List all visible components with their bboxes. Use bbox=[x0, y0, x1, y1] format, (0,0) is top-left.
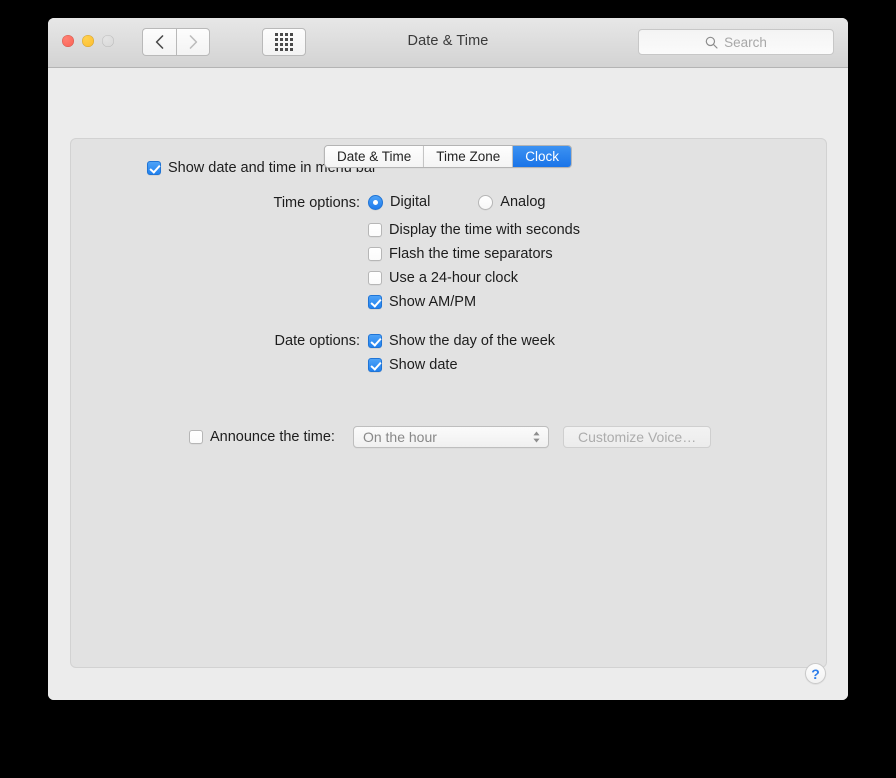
date-options-label-wrap: Date options: bbox=[71, 333, 360, 349]
row-show-date[interactable]: Show date bbox=[368, 357, 458, 373]
preference-tab-bar: Date & Time Time Zone Clock bbox=[323, 145, 573, 168]
date-time-preferences-window: Date & Time Search Show date and time in… bbox=[48, 18, 848, 700]
digital-radio-label: Digital bbox=[390, 194, 431, 210]
tab-date-time[interactable]: Date & Time bbox=[324, 146, 425, 167]
date-options-label: Date options: bbox=[274, 333, 360, 349]
navigation-buttons bbox=[142, 28, 210, 56]
customize-voice-button: Customize Voice… bbox=[562, 426, 712, 448]
display-time-with-seconds-label: Display the time with seconds bbox=[389, 222, 580, 238]
time-options-label-wrap: Time options: bbox=[71, 195, 361, 211]
show-date-label: Show date bbox=[389, 357, 458, 373]
display-time-with-seconds-checkbox[interactable] bbox=[368, 223, 382, 237]
announce-interval-select[interactable]: On the hour bbox=[352, 426, 549, 448]
help-button[interactable]: ? bbox=[805, 663, 826, 684]
window-content: Show date and time in menu bar Time opti… bbox=[48, 68, 848, 700]
use-24-hour-clock-checkbox[interactable] bbox=[368, 271, 382, 285]
announce-interval-value: On the hour bbox=[362, 429, 437, 445]
show-date-time-menu-bar-checkbox[interactable] bbox=[147, 161, 161, 175]
row-time-format-radios: Digital Analog bbox=[368, 194, 545, 210]
show-am-pm-label: Show AM/PM bbox=[389, 294, 477, 310]
search-placeholder: Search bbox=[724, 34, 767, 50]
search-icon bbox=[705, 36, 718, 49]
back-button[interactable] bbox=[142, 28, 176, 56]
show-all-preferences-button[interactable] bbox=[262, 28, 306, 56]
chevron-left-icon bbox=[155, 35, 164, 49]
zoom-window-button bbox=[102, 35, 114, 47]
tab-clock[interactable]: Clock bbox=[513, 146, 572, 167]
traffic-light-controls bbox=[62, 35, 114, 47]
chevron-right-icon bbox=[189, 35, 197, 49]
show-day-of-week-checkbox[interactable] bbox=[368, 334, 382, 348]
grid-icon bbox=[275, 33, 293, 51]
window-toolbar: Date & Time Search bbox=[48, 18, 848, 68]
row-flash-separators[interactable]: Flash the time separators bbox=[368, 246, 553, 262]
close-window-button[interactable] bbox=[62, 35, 74, 47]
clock-settings-content: Show date and time in menu bar Time opti… bbox=[71, 139, 828, 669]
minimize-window-button[interactable] bbox=[82, 35, 94, 47]
show-day-of-week-label: Show the day of the week bbox=[389, 333, 556, 349]
announce-time-checkbox[interactable] bbox=[189, 430, 203, 444]
analog-radio[interactable] bbox=[478, 194, 494, 210]
row-announce-the-time: Announce the time: On the hour Customize… bbox=[189, 426, 712, 448]
row-24-hour-clock[interactable]: Use a 24-hour clock bbox=[368, 270, 518, 286]
row-show-day-of-week[interactable]: Show the day of the week bbox=[368, 333, 555, 349]
clock-settings-panel: Show date and time in menu bar Time opti… bbox=[70, 138, 827, 668]
announce-time-label: Announce the time: bbox=[210, 429, 335, 445]
stepper-chevron-icon bbox=[533, 431, 540, 443]
use-24-hour-clock-label: Use a 24-hour clock bbox=[389, 270, 518, 286]
row-show-am-pm[interactable]: Show AM/PM bbox=[368, 294, 476, 310]
forward-button bbox=[176, 28, 210, 56]
flash-time-separators-checkbox[interactable] bbox=[368, 247, 382, 261]
time-options-label: Time options: bbox=[273, 195, 361, 211]
show-am-pm-checkbox[interactable] bbox=[368, 295, 382, 309]
digital-radio[interactable] bbox=[368, 194, 383, 210]
tab-time-zone[interactable]: Time Zone bbox=[424, 146, 514, 167]
search-input[interactable]: Search bbox=[638, 29, 834, 55]
row-display-seconds[interactable]: Display the time with seconds bbox=[368, 222, 580, 238]
show-date-checkbox[interactable] bbox=[368, 358, 382, 372]
analog-radio-label: Analog bbox=[500, 194, 546, 210]
flash-time-separators-label: Flash the time separators bbox=[389, 246, 553, 262]
